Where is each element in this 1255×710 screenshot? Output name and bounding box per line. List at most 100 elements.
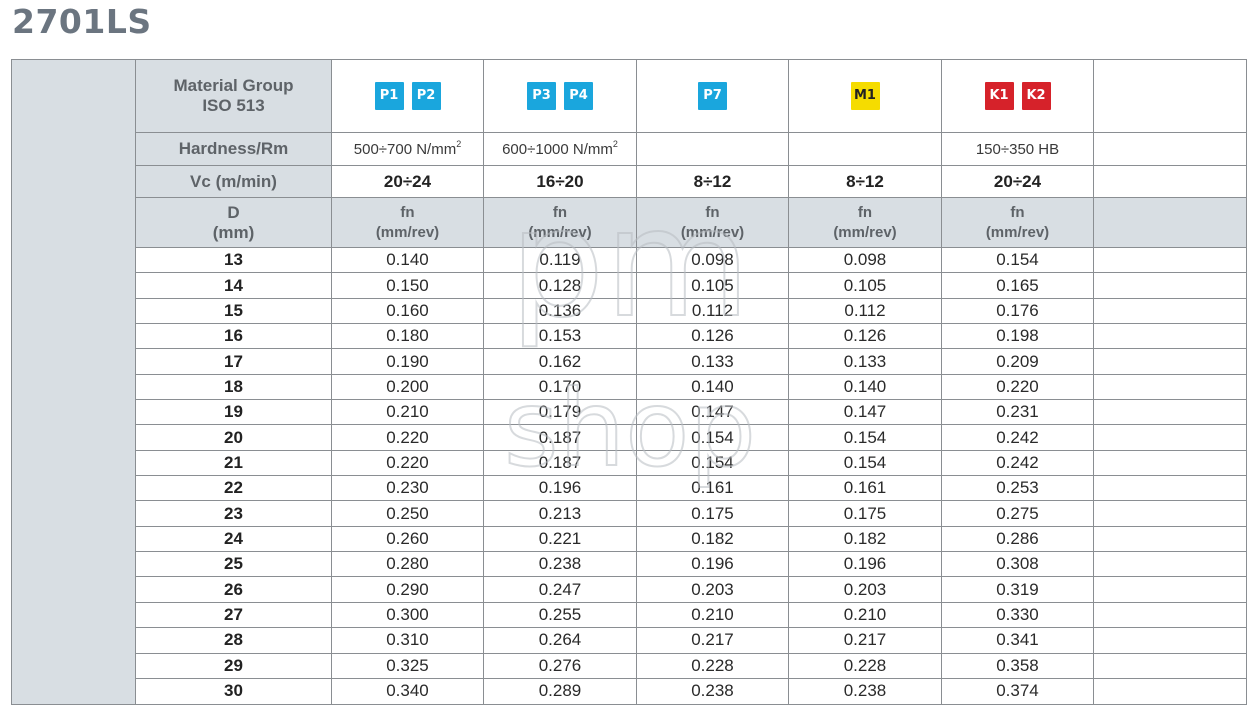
feed-value-cell: 0.250 (331, 500, 484, 527)
feed-value-cell: 0.136 (483, 297, 637, 325)
cutting-data-table: Material Group ISO 513 P1 P2 P3 P4 P7 M1 K… (11, 59, 1247, 705)
feed-value-cell: 0.276 (483, 652, 637, 679)
feed-value-cell: 0.330 (941, 601, 1094, 629)
table-row: 27 0.300 0.255 0.210 0.210 0.330 (12, 601, 1247, 629)
feed-value-cell: 0.238 (483, 551, 637, 578)
table-row: 17 0.190 0.162 0.133 0.133 0.209 (12, 348, 1247, 375)
vc-cell-2: 16÷20 (483, 165, 637, 198)
empty-cell (1093, 449, 1247, 477)
feed-value-cell: 0.358 (941, 652, 1094, 679)
feed-value-cell: 0.133 (636, 348, 789, 375)
diameter-cell: 24 (135, 525, 332, 553)
table-row: 18 0.200 0.170 0.140 0.140 0.220 (12, 373, 1247, 401)
feed-value-cell: 0.180 (331, 323, 484, 350)
diameter-cell: 18 (135, 373, 332, 401)
empty-cell (1093, 677, 1247, 705)
feed-value-cell: 0.217 (636, 627, 789, 654)
diameter-cell: 28 (135, 627, 332, 654)
empty-cell (1093, 601, 1247, 629)
material-badge-p4: P4 (564, 82, 593, 110)
table-row: 13 0.140 0.119 0.098 0.098 0.154 (12, 246, 1247, 274)
fn-header-4: fn (mm/rev) (788, 197, 942, 248)
feed-value-cell: 0.161 (788, 475, 942, 502)
feed-value-cell: 0.153 (483, 323, 637, 350)
feed-value-cell: 0.147 (636, 399, 789, 426)
diameter-header-line1: D (227, 202, 240, 222)
table-row: 26 0.290 0.247 0.203 0.203 0.319 (12, 576, 1247, 603)
feed-value-cell: 0.228 (636, 652, 789, 679)
table-row: 19 0.210 0.179 0.147 0.147 0.231 (12, 399, 1247, 426)
material-group-row: Material Group ISO 513 P1 P2 P3 P4 P7 M1 K… (11, 59, 1247, 705)
vc-cell-3: 8÷12 (636, 165, 789, 198)
feed-value-cell: 0.210 (636, 601, 789, 629)
material-group-label: Material Group ISO 513 (135, 59, 332, 133)
empty-cell (1093, 500, 1247, 527)
material-group-label-line1: Material Group (173, 76, 294, 95)
hardness-cell-1: 500÷700 N/mm2 (331, 132, 484, 166)
feed-value-cell: 0.264 (483, 627, 637, 654)
feed-value-cell: 0.253 (941, 475, 1094, 502)
feed-value-cell: 0.119 (483, 246, 637, 274)
feed-value-cell: 0.247 (483, 576, 637, 603)
vc-cell-5: 20÷24 (941, 165, 1094, 198)
feed-value-cell: 0.112 (636, 297, 789, 325)
feed-value-cell: 0.220 (331, 424, 484, 451)
diameter-cell: 25 (135, 551, 332, 578)
feed-value-cell: 0.161 (636, 475, 789, 502)
feed-value-cell: 0.310 (331, 627, 484, 654)
empty-cell (1093, 399, 1247, 426)
feed-value-cell: 0.154 (636, 449, 789, 477)
hardness-cell-3 (636, 132, 789, 166)
feed-value-cell: 0.220 (941, 373, 1094, 401)
feed-value-cell: 0.154 (636, 424, 789, 451)
page-title: 2701LS (12, 2, 152, 41)
empty-cell (1093, 323, 1247, 350)
feed-value-cell: 0.196 (483, 475, 637, 502)
fn-header-1: fn (mm/rev) (331, 197, 484, 248)
feed-value-cell: 0.170 (483, 373, 637, 401)
material-cell-3: P7 (636, 59, 789, 133)
feed-value-cell: 0.140 (636, 373, 789, 401)
table-row: 16 0.180 0.153 0.126 0.126 0.198 (12, 323, 1247, 350)
empty-cell (1093, 551, 1247, 578)
empty-cell (1093, 627, 1247, 654)
feed-value-cell: 0.190 (331, 348, 484, 375)
feed-value-cell: 0.105 (788, 272, 942, 299)
feed-value-cell: 0.255 (483, 601, 637, 629)
feed-value-cell: 0.340 (331, 677, 484, 705)
feed-value-cell: 0.187 (483, 449, 637, 477)
feed-value-cell: 0.275 (941, 500, 1094, 527)
hardness-label: Hardness/Rm (135, 132, 332, 166)
feed-value-cell: 0.196 (636, 551, 789, 578)
feed-value-cell: 0.213 (483, 500, 637, 527)
feed-value-cell: 0.126 (788, 323, 942, 350)
feed-value-cell: 0.230 (331, 475, 484, 502)
feed-value-cell: 0.231 (941, 399, 1094, 426)
material-badge-p7: P7 (698, 82, 727, 110)
empty-cell (1093, 272, 1247, 299)
feed-value-cell: 0.182 (636, 525, 789, 553)
empty-cell (1093, 424, 1247, 451)
feed-value-cell: 0.147 (788, 399, 942, 426)
feed-value-cell: 0.154 (788, 449, 942, 477)
feed-value-cell: 0.341 (941, 627, 1094, 654)
table-row: 20 0.220 0.187 0.154 0.154 0.242 (12, 424, 1247, 451)
feed-value-cell: 0.140 (331, 246, 484, 274)
feed-value-cell: 0.200 (331, 373, 484, 401)
material-badge-p3: P3 (527, 82, 556, 110)
left-side-band (11, 59, 136, 705)
feed-value-cell: 0.162 (483, 348, 637, 375)
empty-cell (1093, 165, 1247, 198)
feed-value-cell: 0.221 (483, 525, 637, 553)
feed-value-cell: 0.126 (636, 323, 789, 350)
feed-value-cell: 0.098 (636, 246, 789, 274)
feed-value-cell: 0.176 (941, 297, 1094, 325)
material-badge-k2: K2 (1021, 82, 1051, 110)
diameter-cell: 22 (135, 475, 332, 502)
fn-header-5: fn (mm/rev) (941, 197, 1094, 248)
material-group-label-line2: ISO 513 (202, 96, 265, 115)
table-row: 21 0.220 0.187 0.154 0.154 0.242 (12, 449, 1247, 477)
feed-value-cell: 0.242 (941, 449, 1094, 477)
empty-cell (1093, 59, 1247, 133)
feed-value-cell: 0.280 (331, 551, 484, 578)
